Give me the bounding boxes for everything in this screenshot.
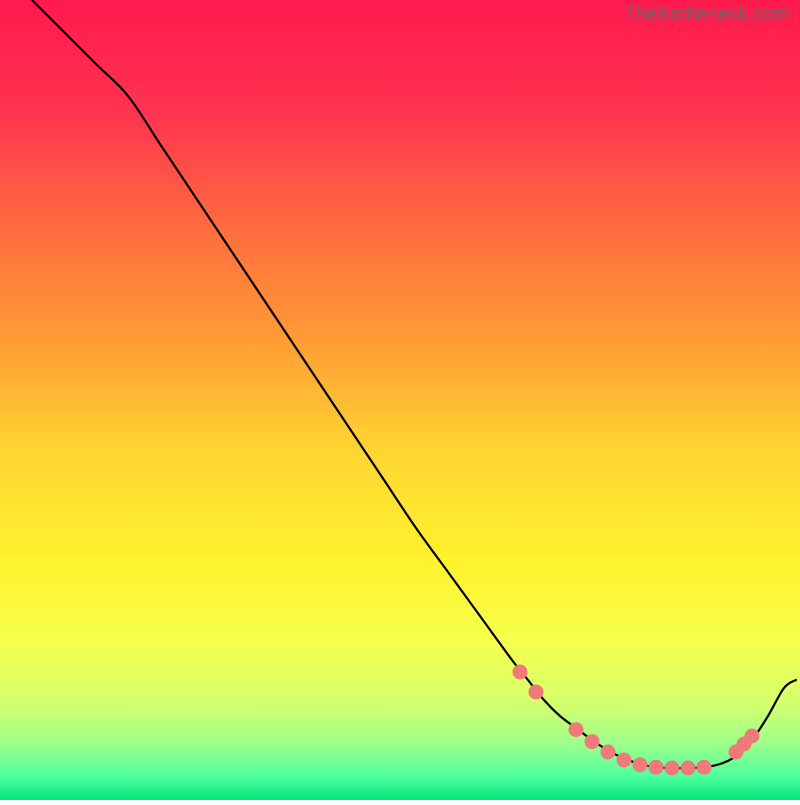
marker-dot xyxy=(569,722,584,737)
marker-dot xyxy=(617,753,632,768)
marker-dot xyxy=(585,734,600,749)
bottleneck-chart: TheBottleneck.com xyxy=(0,0,800,800)
marker-dot xyxy=(665,761,680,776)
marker-dot xyxy=(649,760,664,775)
marker-dot xyxy=(529,685,544,700)
marker-dot xyxy=(513,665,528,680)
marker-dot xyxy=(633,757,648,772)
watermark-text: TheBottleneck.com xyxy=(624,4,790,26)
marker-dot xyxy=(745,729,760,744)
gradient-background xyxy=(0,0,800,800)
marker-dot xyxy=(601,745,616,760)
chart-canvas xyxy=(0,0,800,800)
marker-dot xyxy=(681,761,696,776)
marker-dot xyxy=(697,760,712,775)
